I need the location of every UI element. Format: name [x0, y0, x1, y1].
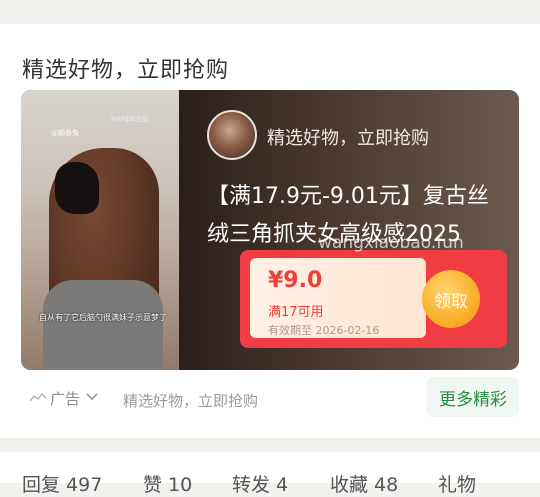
- site-watermark: wangxiaobao.fun: [318, 233, 464, 253]
- like-count[interactable]: 赞 10: [143, 470, 192, 497]
- share-count[interactable]: 转发 4: [232, 470, 288, 497]
- coupon-price: ¥9.0: [268, 268, 323, 293]
- product-photo: HANJIE出品 @颜香兔 自从有了它后脑勺很满妹子示意梦了: [21, 90, 179, 370]
- ad-signal-icon: [29, 392, 47, 406]
- claim-coupon-button[interactable]: 领取: [422, 270, 480, 328]
- coupon-card[interactable]: ¥9.0 满17可用 有效期至 2026-02-16 领取: [240, 250, 507, 348]
- chevron-down-icon[interactable]: [86, 390, 98, 405]
- sweater-shape: [43, 280, 163, 370]
- bottom-divider: [0, 438, 540, 452]
- reply-count[interactable]: 回复 497: [22, 470, 102, 497]
- top-divider: [0, 0, 540, 24]
- coupon-body: ¥9.0 满17可用 有效期至 2026-02-16: [250, 258, 426, 338]
- footer-ad-text: 精选好物，立即抢购: [123, 392, 259, 410]
- photo-watermark-top: HANJIE出品: [111, 115, 149, 123]
- favorite-count[interactable]: 收藏 48: [330, 470, 398, 497]
- more-button[interactable]: 更多精彩: [427, 377, 519, 417]
- coupon-validity: 有效期至 2026-02-16: [268, 324, 380, 337]
- gift-button[interactable]: 礼物: [438, 470, 476, 497]
- ad-label[interactable]: 广告: [50, 388, 80, 409]
- hair-clip-shape: [55, 162, 99, 214]
- photo-caption: 自从有了它后脑勺很满妹子示意梦了: [39, 313, 167, 322]
- section-title: 精选好物，立即抢购: [22, 58, 230, 83]
- advertiser-name: 精选好物，立即抢购: [267, 128, 429, 149]
- advertiser-avatar: [207, 110, 257, 160]
- photo-watermark-left: @颜香兔: [51, 129, 79, 137]
- coupon-condition: 满17可用: [268, 305, 324, 320]
